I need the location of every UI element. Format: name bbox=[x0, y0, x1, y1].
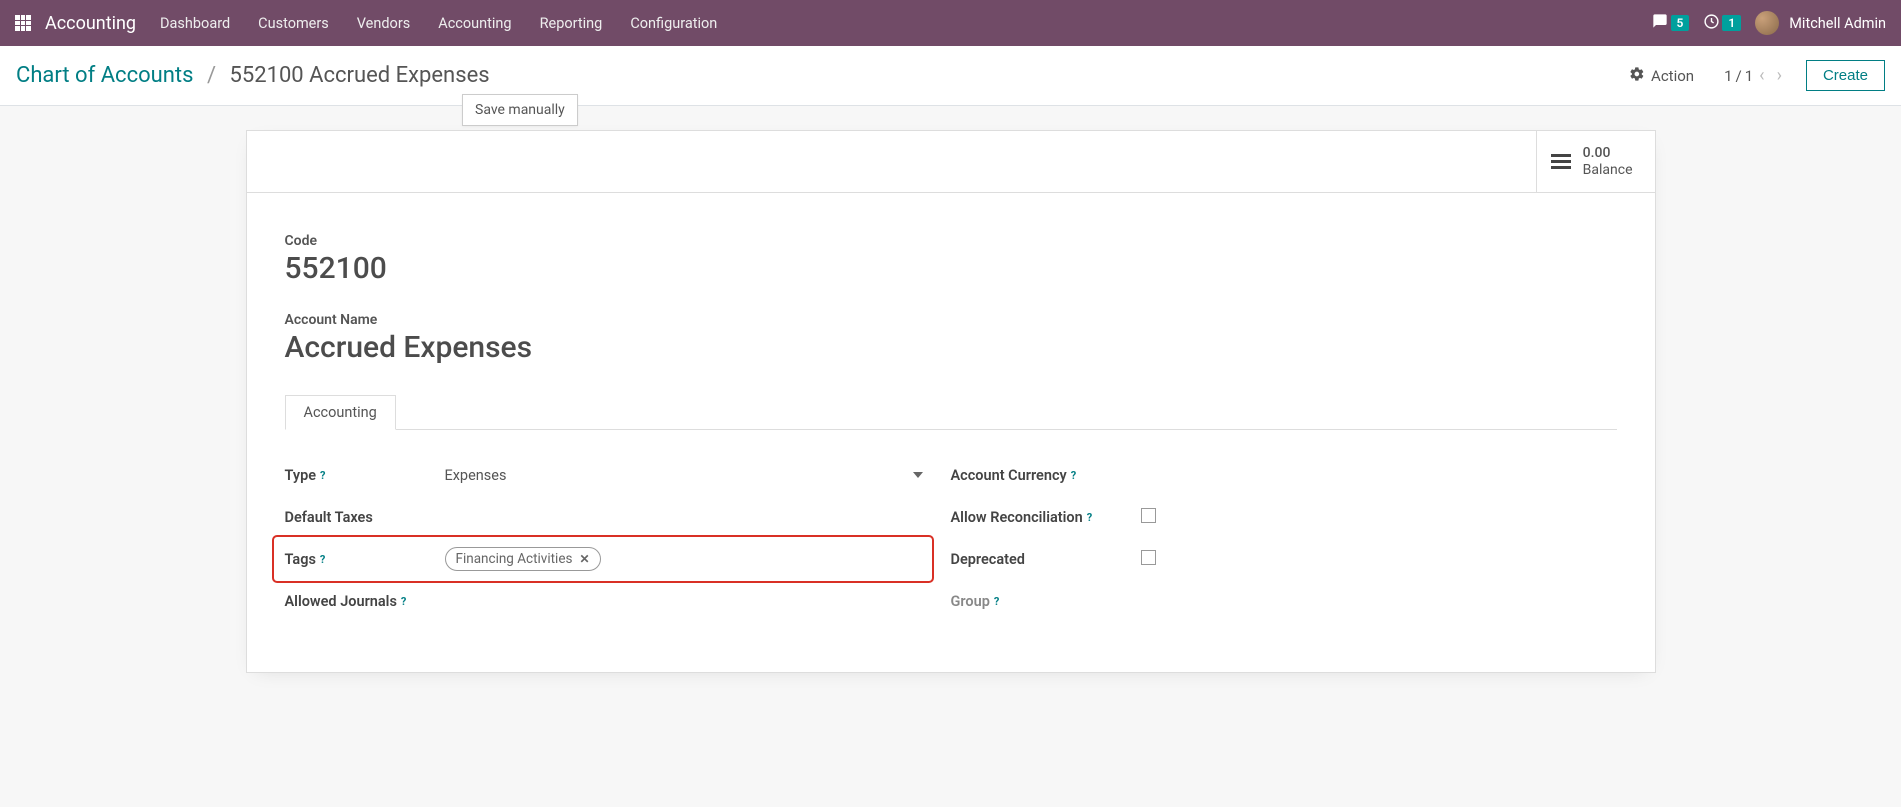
type-select[interactable]: Expenses bbox=[445, 467, 931, 484]
type-label: Type ? bbox=[285, 467, 445, 484]
apps-icon[interactable] bbox=[15, 15, 31, 31]
form-sheet: 0.00 Balance Code 552100 Account Name Ac… bbox=[246, 130, 1656, 673]
balance-label: Balance bbox=[1583, 162, 1633, 179]
form-right-column: Account Currency ? Allow Reconciliation … bbox=[951, 454, 1617, 622]
tag-remove-icon[interactable]: ✕ bbox=[579, 552, 589, 566]
bars-icon bbox=[1551, 154, 1571, 169]
nav-configuration[interactable]: Configuration bbox=[630, 15, 717, 32]
name-label: Account Name bbox=[285, 312, 1617, 328]
tabs: Accounting bbox=[285, 395, 1617, 430]
content-area: 0.00 Balance Code 552100 Account Name Ac… bbox=[0, 106, 1901, 697]
allowed-journals-help-icon[interactable]: ? bbox=[401, 595, 406, 608]
allow-reconciliation-checkbox[interactable] bbox=[1141, 508, 1156, 523]
nav-accounting[interactable]: Accounting bbox=[438, 15, 511, 32]
pager: 1 / 1 ‹ › bbox=[1724, 65, 1788, 86]
breadcrumb-sep: / bbox=[207, 63, 216, 88]
tag-chip[interactable]: Financing Activities ✕ bbox=[445, 547, 601, 571]
balance-value: 0.00 bbox=[1583, 145, 1633, 162]
control-bar: Chart of Accounts / 552100 Accrued Expen… bbox=[0, 46, 1901, 106]
pager-prev-icon[interactable]: ‹ bbox=[1753, 65, 1770, 86]
activities-badge: 1 bbox=[1722, 15, 1741, 31]
type-help-icon[interactable]: ? bbox=[320, 469, 325, 482]
group-help-icon[interactable]: ? bbox=[994, 595, 999, 608]
tags-label: Tags ? bbox=[285, 551, 445, 568]
tab-accounting[interactable]: Accounting bbox=[285, 395, 396, 430]
allow-reconciliation-label: Allow Reconciliation ? bbox=[951, 509, 1141, 526]
pager-total: 1 bbox=[1745, 67, 1753, 85]
group-label: Group ? bbox=[951, 593, 1141, 610]
avatar[interactable] bbox=[1755, 11, 1779, 35]
form-left-column: Type ? Expenses Default Taxes Tags ? bbox=[285, 454, 951, 622]
tags-field[interactable]: Financing Activities ✕ bbox=[445, 547, 921, 571]
code-label: Code bbox=[285, 233, 1617, 249]
save-tooltip: Save manually bbox=[462, 94, 578, 126]
stat-bar: 0.00 Balance bbox=[247, 131, 1655, 193]
main-navbar: Accounting Dashboard Customers Vendors A… bbox=[0, 0, 1901, 46]
balance-stat-button[interactable]: 0.00 Balance bbox=[1536, 131, 1655, 192]
messages-button[interactable]: 5 bbox=[1651, 13, 1690, 33]
deprecated-label: Deprecated bbox=[951, 551, 1141, 568]
messages-badge: 5 bbox=[1671, 15, 1690, 31]
breadcrumb-current: 552100 Accrued Expenses bbox=[229, 63, 489, 88]
breadcrumb-root[interactable]: Chart of Accounts bbox=[16, 63, 193, 88]
username[interactable]: Mitchell Admin bbox=[1789, 15, 1886, 32]
chat-icon bbox=[1651, 13, 1669, 33]
breadcrumb: Chart of Accounts / 552100 Accrued Expen… bbox=[16, 63, 490, 88]
name-value[interactable]: Accrued Expenses bbox=[285, 330, 1617, 365]
currency-help-icon[interactable]: ? bbox=[1071, 469, 1076, 482]
nav-customers[interactable]: Customers bbox=[258, 15, 329, 32]
pager-next-icon[interactable]: › bbox=[1771, 65, 1788, 86]
tags-row-highlight: Tags ? Financing Activities ✕ bbox=[275, 538, 931, 580]
gear-icon bbox=[1629, 66, 1645, 86]
nav-vendors[interactable]: Vendors bbox=[357, 15, 410, 32]
currency-label: Account Currency ? bbox=[951, 467, 1141, 484]
allowed-journals-label: Allowed Journals ? bbox=[285, 593, 445, 610]
action-dropdown[interactable]: Action bbox=[1629, 66, 1694, 86]
tags-help-icon[interactable]: ? bbox=[320, 553, 325, 566]
code-value[interactable]: 552100 bbox=[285, 251, 1617, 286]
activities-button[interactable]: 1 bbox=[1703, 13, 1741, 34]
create-button[interactable]: Create bbox=[1806, 60, 1885, 91]
tag-chip-label: Financing Activities bbox=[456, 551, 573, 567]
deprecated-checkbox[interactable] bbox=[1141, 550, 1156, 565]
allow-reconciliation-help-icon[interactable]: ? bbox=[1087, 511, 1092, 524]
app-brand[interactable]: Accounting bbox=[45, 13, 136, 34]
default-taxes-label: Default Taxes bbox=[285, 509, 445, 526]
action-label: Action bbox=[1651, 67, 1694, 85]
nav-reporting[interactable]: Reporting bbox=[540, 15, 603, 32]
clock-icon bbox=[1703, 13, 1720, 34]
nav-dashboard[interactable]: Dashboard bbox=[160, 15, 230, 32]
pager-current[interactable]: 1 bbox=[1724, 67, 1732, 85]
